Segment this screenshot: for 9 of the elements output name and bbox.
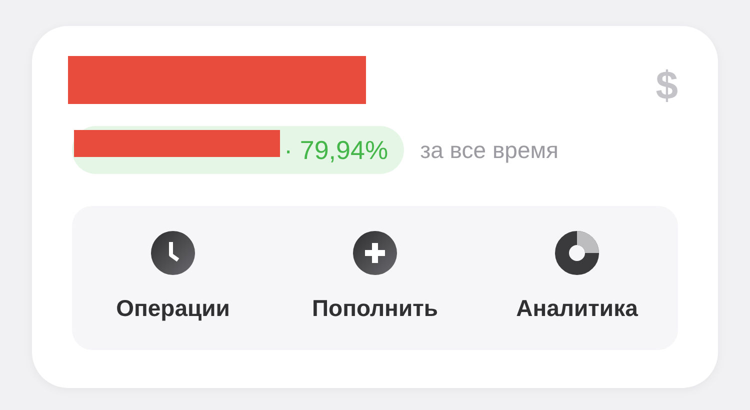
donut-chart-icon <box>555 230 599 275</box>
action-button[interactable]: Аналитика <box>482 230 672 326</box>
action-button[interactable]: Пополнить <box>280 230 470 326</box>
period-label: за все время <box>420 136 559 165</box>
clock-icon <box>151 230 195 275</box>
change-percent: · 79,94% <box>284 134 388 167</box>
currency-symbol: $ <box>656 66 678 106</box>
plus-icon <box>353 230 397 275</box>
action-button[interactable]: Операции <box>78 230 268 326</box>
